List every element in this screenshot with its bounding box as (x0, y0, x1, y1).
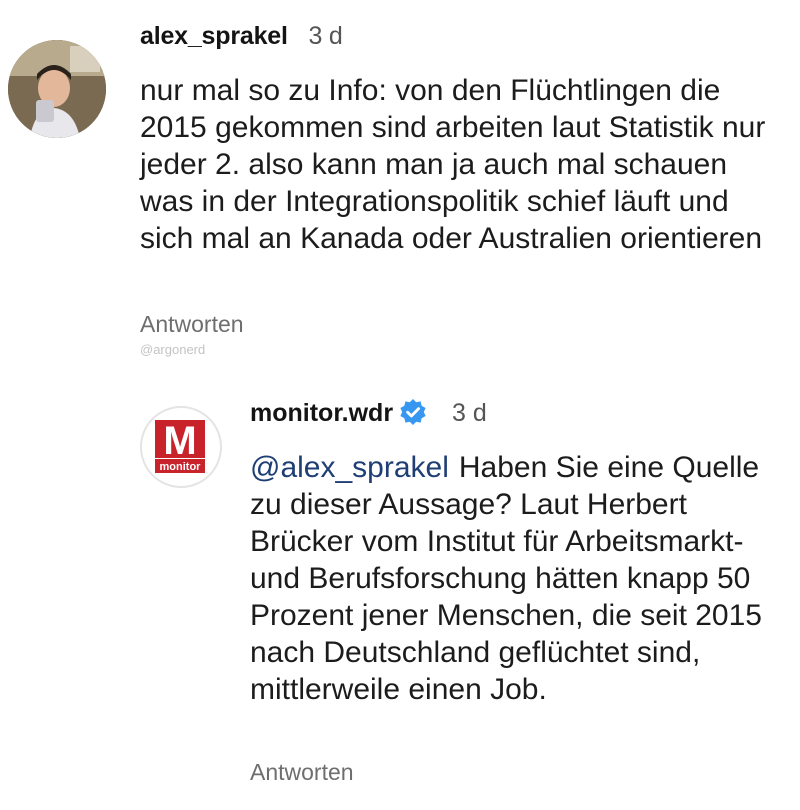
monitor-logo-icon: M monitor (155, 419, 205, 473)
comment-timestamp: 3 d (308, 22, 343, 50)
reply-button-2[interactable]: Antworten (250, 759, 354, 786)
reply-author[interactable]: monitor.wdr 3 d (250, 398, 487, 433)
watermark: @argonerd (140, 342, 206, 357)
reply-timestamp: 3 d (452, 399, 487, 427)
mention-link[interactable]: @alex_sprakel (250, 451, 449, 484)
comment-author[interactable]: alex_sprakel 3 d (140, 22, 343, 51)
reply-text: @alex_sprakel Haben Sie eine Quelle zu di… (250, 449, 790, 708)
reply-username[interactable]: monitor.wdr (250, 399, 393, 427)
comment-text: nur mal so zu Info: von den Flüchtlingen… (140, 74, 766, 255)
user-photo (8, 40, 106, 138)
user-avatar[interactable] (8, 40, 106, 138)
reply-button[interactable]: Antworten (140, 311, 244, 338)
verified-badge-icon (399, 398, 427, 433)
reply-body: Haben Sie eine Quelle zu dieser Aussage?… (250, 451, 762, 706)
brand-avatar[interactable]: M monitor (140, 406, 222, 488)
brand-logo-letter: M (163, 419, 196, 463)
brand-logo-text: monitor (160, 461, 202, 473)
comment-username[interactable]: alex_sprakel (140, 22, 288, 50)
